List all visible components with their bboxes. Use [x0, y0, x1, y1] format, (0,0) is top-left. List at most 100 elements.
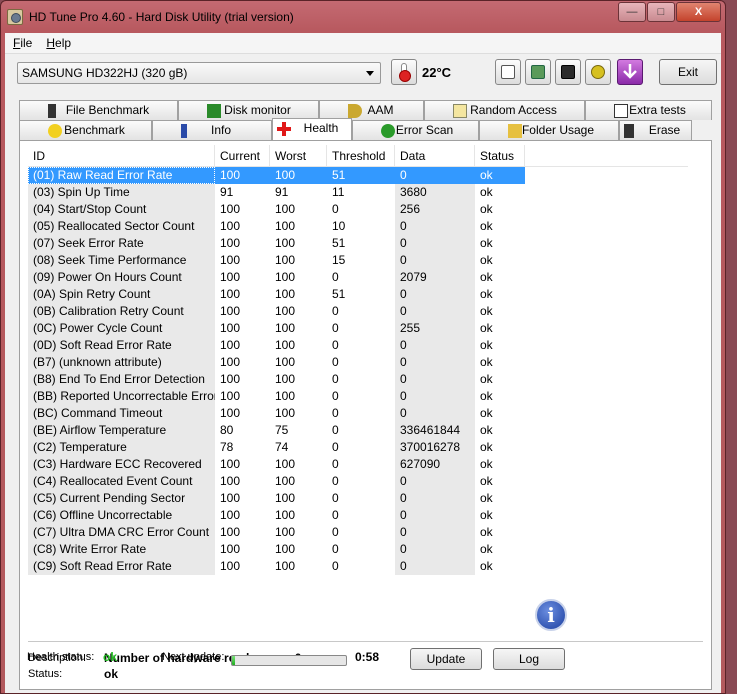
current-value: 100: [220, 321, 241, 335]
exit-button[interactable]: Exit: [659, 59, 717, 85]
current-value: 91: [220, 185, 234, 199]
worst-value: 100: [275, 355, 296, 369]
raw-data-value: 0: [395, 490, 475, 507]
drive-dropdown[interactable]: SAMSUNG HD322HJ (320 gB): [17, 62, 381, 84]
menu-file[interactable]: File: [13, 36, 32, 50]
save-button[interactable]: [555, 59, 581, 85]
column-header-data[interactable]: Data: [395, 145, 475, 166]
copy-text-button[interactable]: [495, 59, 521, 85]
worst-value: 100: [275, 253, 296, 267]
raw-data-value: 0: [395, 541, 475, 558]
current-value: 100: [220, 219, 241, 233]
window-title: HD Tune Pro 4.60 - Hard Disk Utility (tr…: [29, 10, 294, 24]
tab-health[interactable]: Health: [272, 118, 352, 140]
column-header-current[interactable]: Current: [215, 145, 270, 166]
smart-attributes-table[interactable]: ID Current Worst Threshold Data Status (…: [28, 145, 688, 575]
table-row[interactable]: (08) Seek Time Performance 100 100 15 0 ok: [28, 252, 688, 269]
title-bar[interactable]: HD Tune Pro 4.60 - Hard Disk Utility (tr…: [1, 1, 725, 33]
table-row[interactable]: (C7) Ultra DMA CRC Error Count 100 100 0 0 ok: [28, 524, 688, 541]
table-row[interactable]: (09) Power On Hours Count 100 100 0 2079 ok: [28, 269, 688, 286]
caption-buttons: — □ X: [617, 2, 721, 22]
health-panel: ID Current Worst Threshold Data Status (…: [19, 140, 712, 690]
table-row[interactable]: (05) Reallocated Sector Count 100 100 10 0 ok: [28, 218, 688, 235]
temperature-button[interactable]: [391, 59, 417, 85]
threshold-value: 51: [332, 287, 346, 301]
tab-aam[interactable]: AAM: [319, 100, 424, 120]
table-row[interactable]: (BC) Command Timeout 100 100 0 0 ok: [28, 405, 688, 422]
maximize-button[interactable]: □: [647, 2, 675, 22]
attribute-id: (C5) Current Pending Sector: [28, 490, 215, 507]
table-row[interactable]: (C8) Write Error Rate 100 100 0 0 ok: [28, 541, 688, 558]
tab-error-scan[interactable]: Error Scan: [352, 120, 479, 140]
raw-data-value: 0: [395, 303, 475, 320]
hd-tune-app-icon: [7, 9, 23, 25]
column-header-id[interactable]: ID: [28, 145, 215, 166]
column-header-worst[interactable]: Worst: [270, 145, 327, 166]
table-row[interactable]: (C4) Reallocated Event Count 100 100 0 0 ok: [28, 473, 688, 490]
table-row[interactable]: (07) Seek Error Rate 100 100 51 0 ok: [28, 235, 688, 252]
progress-fill: [232, 656, 236, 665]
table-row[interactable]: (BE) Airflow Temperature 80 75 0 336461844 ok: [28, 422, 688, 439]
tab-random-access[interactable]: Random Access: [424, 100, 585, 120]
table-row[interactable]: (C2) Temperature 78 74 0 370016278 ok: [28, 439, 688, 456]
menu-help[interactable]: Help: [46, 36, 71, 50]
table-row[interactable]: (0A) Spin Retry Count 100 100 51 0 ok: [28, 286, 688, 303]
table-row[interactable]: (C3) Hardware ECC Recovered 100 100 0 627090…: [28, 456, 688, 473]
copy-icon: [501, 65, 515, 79]
table-row[interactable]: (BB) Reported Uncorrectable Errors 100 100…: [28, 388, 688, 405]
health-status-value: ok: [103, 650, 118, 664]
table-row[interactable]: (03) Spin Up Time 91 91 11 3680 ok: [28, 184, 688, 201]
threshold-value: 0: [332, 270, 339, 284]
worst-value: 100: [275, 474, 296, 488]
threshold-value: 0: [332, 508, 339, 522]
minimize-button[interactable]: —: [618, 2, 646, 22]
column-header-status[interactable]: Status: [475, 145, 525, 166]
table-row[interactable]: (B8) End To End Error Detection 100 100 0 0 o…: [28, 371, 688, 388]
copy-image-icon: [531, 65, 545, 79]
worst-value: 100: [275, 219, 296, 233]
current-value: 100: [220, 559, 241, 573]
table-row[interactable]: (01) Raw Read Error Rate 100 100 51 0 ok: [28, 167, 688, 184]
update-download-button[interactable]: [617, 59, 643, 85]
current-value: 100: [215, 167, 270, 184]
attribute-id: (0D) Soft Read Error Rate: [28, 337, 215, 354]
table-row[interactable]: (C6) Offline Uncorrectable 100 100 0 0 ok: [28, 507, 688, 524]
table-row[interactable]: (0B) Calibration Retry Count 100 100 0 0 ok: [28, 303, 688, 320]
speaker-icon: [348, 104, 362, 118]
table-row[interactable]: (0C) Power Cycle Count 100 100 0 255 ok: [28, 320, 688, 337]
raw-data-value: 627090: [395, 456, 475, 473]
threshold-value: 51: [327, 167, 395, 184]
log-button[interactable]: Log: [493, 648, 565, 670]
copy-screenshot-button[interactable]: [525, 59, 551, 85]
worst-value: 100: [275, 491, 296, 505]
threshold-value: 0: [332, 423, 339, 437]
current-value: 100: [220, 372, 241, 386]
status-value: ok: [480, 355, 493, 369]
column-header-threshold[interactable]: Threshold: [327, 145, 395, 166]
table-row[interactable]: (04) Start/Stop Count 100 100 0 256 ok: [28, 201, 688, 218]
worst-value: 100: [275, 304, 296, 318]
current-value: 100: [220, 406, 241, 420]
status-value: ok: [480, 287, 493, 301]
tab-disk-monitor[interactable]: Disk monitor: [178, 100, 319, 120]
status-value: ok: [480, 219, 493, 233]
threshold-value: 0: [332, 372, 339, 386]
table-row[interactable]: (B7) (unknown attribute) 100 100 0 0 ok: [28, 354, 688, 371]
close-button[interactable]: X: [676, 2, 721, 22]
tab-extra-tests[interactable]: Extra tests: [585, 100, 712, 120]
info-icon[interactable]: i: [535, 599, 567, 631]
tab-erase[interactable]: Erase: [619, 120, 692, 140]
update-button[interactable]: Update: [410, 648, 482, 670]
status-value: ok: [480, 440, 493, 454]
table-row[interactable]: (0D) Soft Read Error Rate 100 100 0 0 ok: [28, 337, 688, 354]
tab-folder-usage[interactable]: Folder Usage: [479, 120, 619, 140]
attribute-id: (BE) Airflow Temperature: [28, 422, 215, 439]
attribute-id: (BC) Command Timeout: [28, 405, 215, 422]
table-row[interactable]: (C5) Current Pending Sector 100 100 0 0 ok: [28, 490, 688, 507]
tab-file-benchmark[interactable]: File Benchmark: [19, 100, 178, 120]
tab-benchmark[interactable]: Benchmark: [19, 120, 152, 140]
tab-info[interactable]: Info: [152, 120, 272, 140]
options-button[interactable]: [585, 59, 611, 85]
worst-value: 100: [275, 457, 296, 471]
table-row[interactable]: (C9) Soft Read Error Rate 100 100 0 0 ok: [28, 558, 688, 575]
